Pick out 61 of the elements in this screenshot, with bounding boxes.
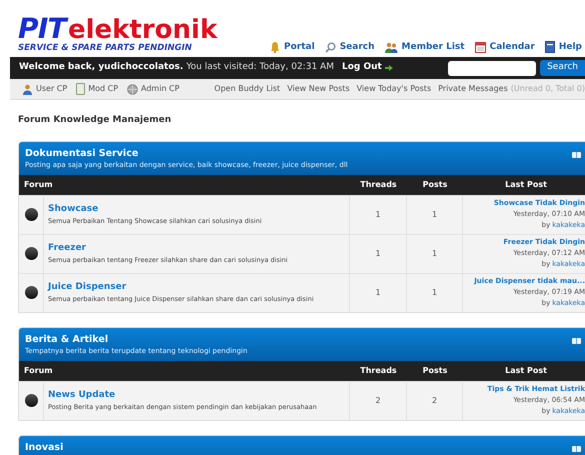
post-count: 2 [432,394,438,406]
post-count: 1 [432,208,438,220]
message-count: (Unread 0, Total 0) [510,83,585,95]
forum-link[interactable]: Showcase [48,203,98,216]
nav-link[interactable]: Help [544,40,582,54]
logo-text: elektronik [68,16,218,42]
category-title[interactable]: Dokumentasi Service [25,148,348,160]
logout-link[interactable]: Log Out [342,61,393,75]
nav-link[interactable]: Search [324,40,375,54]
help-book-icon [544,41,555,54]
tablet-icon [76,83,86,95]
thread-count: 2 [375,394,381,406]
nav-link[interactable]: Open Buddy List [214,83,280,95]
column-heading: Forum [23,364,54,376]
nav-link[interactable]: User CP [22,83,68,95]
forum-status-icon [24,286,38,299]
column-heading: Posts [422,364,448,376]
nav-link[interactable]: Mod CP [76,83,118,95]
collapse-icon[interactable] [572,152,581,158]
forum-status-icon [24,247,38,260]
column-heading: Threads [359,364,398,376]
globe-icon [127,84,138,94]
nav-link[interactable]: Portal [270,40,315,54]
category-title[interactable]: Berita & Artikel [25,334,248,346]
forum-status-icon [24,394,38,407]
column-heading: Last Post [504,364,548,376]
people-icon [384,42,398,53]
collapse-icon[interactable] [572,446,581,452]
search-icon [324,42,336,53]
thread-count: 1 [375,286,381,298]
post-count: 1 [432,286,438,298]
column-heading: Threads [359,178,398,190]
thread-count: 1 [375,208,381,220]
category-title[interactable]: Inovasi [25,442,64,454]
nav-link[interactable]: Admin CP [127,83,180,95]
column-heading: Last Post [504,178,548,190]
nav-link[interactable]: View New Posts [287,83,350,95]
forum-link[interactable]: Juice Dispenser [48,281,126,294]
post-count: 1 [432,248,438,260]
thread-count: 1 [375,248,381,260]
collapse-icon[interactable] [572,338,581,344]
search-field[interactable] [448,60,536,76]
user-icon [22,84,33,94]
column-heading: Posts [422,178,448,190]
nav-link[interactable]: View Today's Posts [356,83,432,95]
column-heading: Forum [23,178,54,190]
nav-link[interactable]: Member List [384,40,465,54]
calendar-icon [474,41,486,54]
forum-status-icon [24,208,38,221]
forum-link[interactable]: News Update [48,389,116,402]
messages-link[interactable]: Private Messages [438,83,508,95]
forum-link[interactable]: Freezer [48,242,86,255]
board-title: Forum Knowledge Manajemen [18,114,172,127]
logo-tagline: SERVICE & SPARE PARTS PENDINGIN [18,44,193,52]
bell-icon [270,41,280,54]
last-visited-text: You last visited: Today, 02:31 AM [186,61,334,74]
logo-text: PIT [18,14,66,42]
welcome-text: Welcome back, yudichoccolatos. [19,61,184,74]
nav-link[interactable]: Calendar [474,40,535,54]
arrow-icon [384,65,393,71]
search-button[interactable]: Search [540,60,585,76]
